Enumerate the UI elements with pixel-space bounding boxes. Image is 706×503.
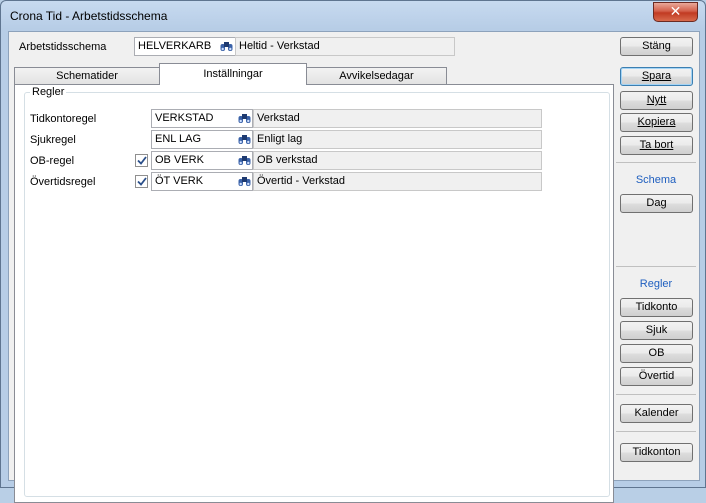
side-separator — [616, 162, 696, 163]
sick-button[interactable]: Sjuk — [620, 321, 693, 340]
binoculars-icon — [220, 42, 232, 51]
rules-heading: Regler — [639, 278, 673, 290]
binoculars-icon — [238, 114, 250, 123]
schema-heading: Schema — [635, 174, 677, 186]
rules-group-title: Regler — [30, 86, 67, 98]
rule-lookup-sjuk[interactable] — [236, 131, 252, 148]
close-button[interactable]: Stäng — [620, 37, 693, 56]
side-separator — [616, 431, 696, 432]
time-accounts-button[interactable]: Tidkonton — [620, 443, 693, 462]
calendar-button[interactable]: Kalender — [620, 404, 693, 423]
checkmark-icon — [136, 156, 147, 165]
schema-label: Arbetstidsschema — [19, 41, 107, 53]
save-button[interactable]: Spara — [620, 67, 693, 86]
delete-button-label: Ta bort — [639, 139, 674, 151]
copy-button-label: Kopiera — [637, 116, 676, 128]
delete-button[interactable]: Ta bort — [620, 136, 693, 155]
day-button[interactable]: Dag — [620, 194, 693, 213]
rule-lookup-ob[interactable] — [236, 152, 252, 169]
ob-rule-checkbox[interactable] — [135, 154, 148, 167]
overtime-button[interactable]: Övertid — [620, 367, 693, 386]
new-button[interactable]: Nytt — [620, 91, 693, 110]
schema-lookup-button[interactable] — [218, 38, 234, 55]
rule-desc-sjuk: Enligt lag — [253, 130, 542, 149]
schema-description-field: Heltid - Verkstad — [235, 37, 455, 56]
overtime-rule-checkbox[interactable] — [135, 175, 148, 188]
time-account-button[interactable]: Tidkonto — [620, 298, 693, 317]
save-button-label: Spara — [641, 70, 672, 82]
binoculars-icon — [238, 156, 250, 165]
dialog-body: Arbetstidsschema HELVERKARB Heltid - Ver… — [8, 31, 700, 503]
ob-button[interactable]: OB — [620, 344, 693, 363]
rule-label-overtid: Övertidsregel — [30, 176, 96, 188]
side-separator — [616, 266, 696, 267]
rule-lookup-tidkonto[interactable] — [236, 110, 252, 127]
rule-desc-overtid: Övertid - Verkstad — [253, 172, 542, 191]
rule-label-ob: OB-regel — [30, 155, 75, 167]
binoculars-icon — [238, 135, 250, 144]
rule-lookup-overtid[interactable] — [236, 173, 252, 190]
tab-installningar[interactable]: Inställningar — [159, 63, 307, 85]
checkmark-icon — [136, 177, 147, 186]
window-close-button[interactable]: ✕ — [653, 2, 698, 22]
tab-avvikelsedagar[interactable]: Avvikelsedagar — [306, 67, 447, 85]
window-title: Crona Tid - Arbetstidsschema — [10, 9, 168, 23]
settings-tab-panel: Regler Tidkontoregel VERKSTAD Verkstad S… — [14, 84, 614, 503]
app-window: Crona Tid - Arbetstidsschema ✕ Arbetstid… — [0, 0, 706, 503]
tab-schematider[interactable]: Schematider — [14, 67, 160, 85]
new-button-label: Nytt — [646, 94, 667, 106]
rule-desc-ob: OB verkstad — [253, 151, 542, 170]
binoculars-icon — [238, 177, 250, 186]
copy-button[interactable]: Kopiera — [620, 113, 693, 132]
rule-desc-tidkonto: Verkstad — [253, 109, 542, 128]
side-separator — [616, 394, 696, 395]
rule-label-sjuk: Sjukregel — [30, 134, 76, 146]
rule-label-tidkonto: Tidkontoregel — [30, 113, 97, 125]
